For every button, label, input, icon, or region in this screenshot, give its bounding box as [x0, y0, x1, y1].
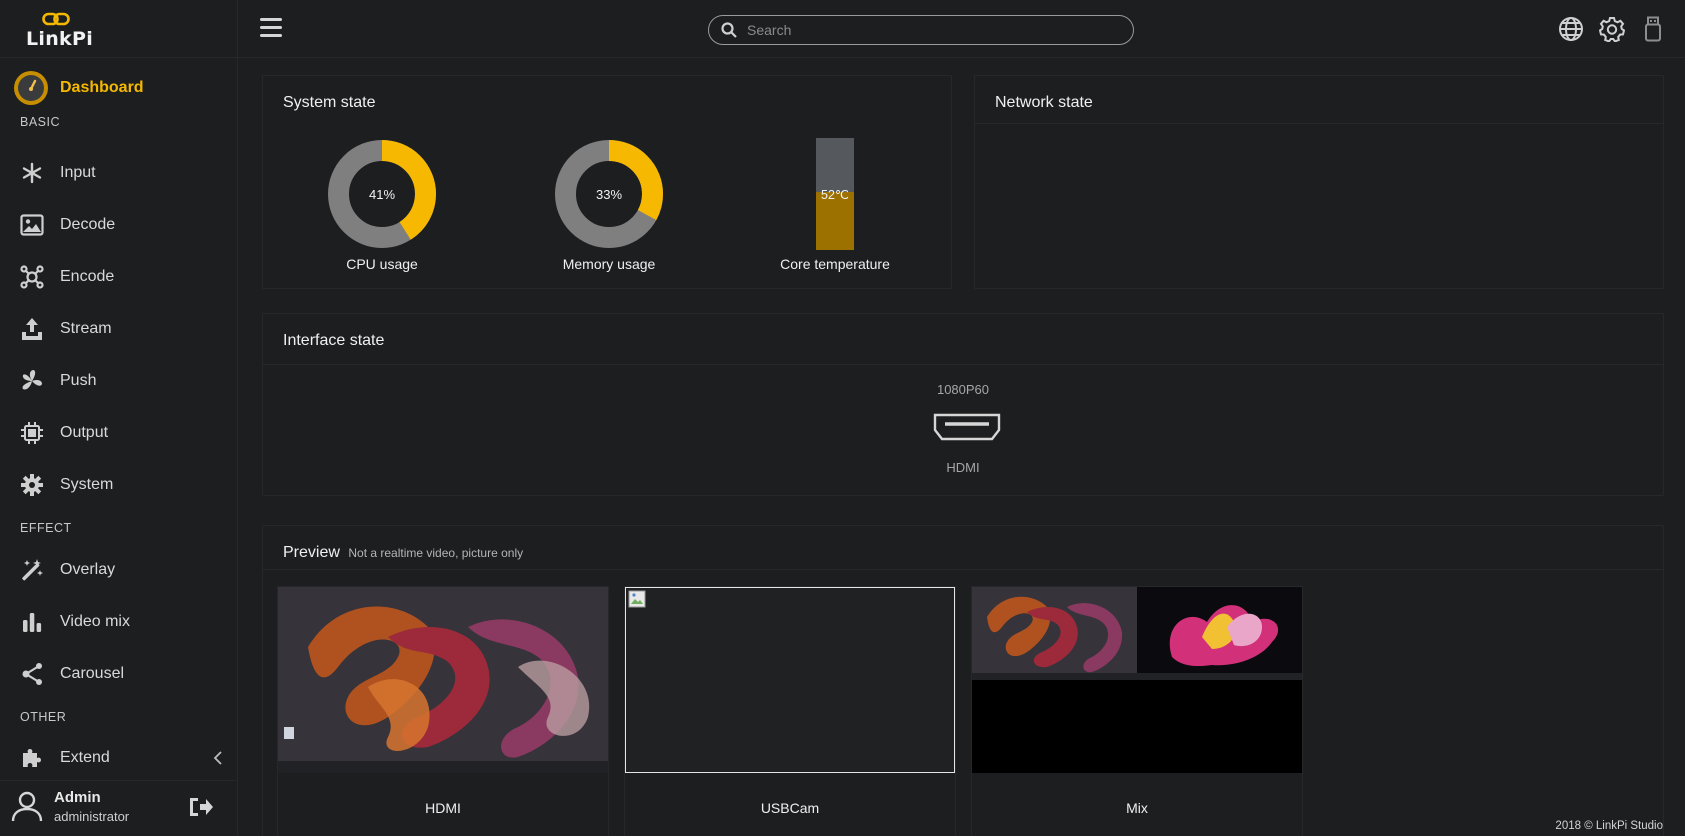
logo[interactable]: LinkPi	[0, 0, 238, 58]
sidebar-item-decode[interactable]: Decode	[18, 207, 230, 243]
settings-gear-icon[interactable]	[1599, 16, 1625, 42]
user-name: Admin	[54, 789, 101, 806]
sidebar-item-label: Input	[60, 164, 96, 181]
usb-icon[interactable]	[1643, 16, 1663, 42]
sidebar-item-label: Carousel	[60, 665, 125, 682]
user-panel: Admin administrator	[0, 780, 238, 836]
sidebar-item-video-mix[interactable]: Video mix	[18, 604, 230, 640]
interface-state-panel: Interface state 1080P60 HDMI	[262, 313, 1664, 496]
section-basic: BASIC	[20, 115, 61, 129]
section-other: OTHER	[20, 710, 67, 724]
sidebar-item-encode[interactable]: Encode	[18, 259, 230, 295]
cpu-usage-value: 41%	[368, 186, 396, 202]
sidebar: LinkPi Dashboard BASIC Input Decode Enco…	[0, 0, 238, 836]
panel-title: Preview Not a realtime video, picture on…	[283, 544, 523, 562]
sidebar-item-label: Video mix	[60, 613, 130, 630]
core-temperature-value: 52℃	[821, 187, 849, 202]
sidebar-item-label: Stream	[60, 320, 112, 337]
upload-icon	[18, 315, 46, 343]
system-state-panel: System state 41% CPU usage 33% Memory us…	[262, 75, 952, 289]
interface-name: HDMI	[946, 460, 980, 475]
preview-label: Mix	[1126, 800, 1148, 816]
sidebar-item-output[interactable]: Output	[18, 415, 230, 451]
memory-usage-label: Memory usage	[562, 256, 656, 272]
logout-icon[interactable]	[188, 795, 214, 819]
preview-image[interactable]	[972, 587, 1302, 773]
preview-card-hdmi[interactable]: HDMI	[277, 586, 609, 836]
globe-icon[interactable]	[1558, 16, 1584, 42]
menu-toggle-icon[interactable]	[260, 18, 282, 38]
user-role: administrator	[54, 809, 130, 824]
chip-icon	[18, 419, 46, 447]
dashboard-gauge-icon	[14, 71, 48, 105]
sidebar-item-overlay[interactable]: Overlay	[18, 552, 230, 588]
preview-panel: Preview Not a realtime video, picture on…	[262, 525, 1664, 836]
sidebar-item-label: Dashboard	[60, 79, 144, 96]
preview-title: Preview	[283, 544, 340, 561]
sidebar-item-label: Extend	[60, 749, 110, 766]
divider	[263, 569, 1663, 570]
chevron-left-icon[interactable]	[210, 750, 226, 766]
app-root: LinkPi Dashboard BASIC Input Decode Enco…	[0, 0, 1685, 836]
memory-usage-gauge: 33%	[553, 138, 665, 250]
broken-image-icon	[628, 590, 646, 608]
panel-title: System state	[283, 94, 376, 111]
carousel-icon	[18, 660, 46, 688]
sidebar-item-label: Encode	[60, 268, 115, 285]
sidebar-item-push[interactable]: Push	[18, 363, 230, 399]
sidebar-item-label: System	[60, 476, 114, 493]
memory-usage-value: 33%	[595, 186, 623, 202]
preview-card-usbcam[interactable]: USBCam	[624, 586, 956, 836]
link-chain-icon	[42, 12, 70, 26]
section-effect: EFFECT	[20, 521, 72, 535]
panel-title: Network state	[995, 94, 1093, 111]
preview-subtitle: Not a realtime video, picture only	[348, 546, 524, 560]
footer-copyright: 2018 © LinkPi Studio	[1555, 820, 1663, 832]
preview-image-placeholder[interactable]	[625, 587, 955, 773]
preview-card-mix[interactable]: Mix	[971, 586, 1303, 836]
magic-wand-icon	[18, 556, 46, 584]
divider	[263, 364, 1663, 365]
sidebar-item-stream[interactable]: Stream	[18, 311, 230, 347]
sidebar-item-label: Overlay	[60, 561, 116, 578]
cpu-usage-gauge: 41%	[326, 138, 438, 250]
puzzle-icon	[18, 744, 46, 772]
hdmi-port-icon[interactable]	[932, 412, 1002, 442]
gear-icon	[18, 471, 46, 499]
sidebar-item-input[interactable]: Input	[18, 155, 230, 191]
panel-title: Interface state	[283, 332, 385, 349]
search-box[interactable]	[708, 15, 1134, 45]
search-icon	[721, 22, 737, 38]
network-state-panel: Network state	[974, 75, 1664, 289]
bars-icon	[18, 608, 46, 636]
core-temperature-label: Core temperature	[780, 256, 890, 272]
sidebar-item-label: Output	[60, 424, 109, 441]
sidebar-item-system[interactable]: System	[18, 467, 230, 503]
sidebar-item-extend[interactable]: Extend	[18, 740, 230, 776]
user-icon	[11, 791, 43, 822]
sidebar-item-label: Push	[60, 372, 97, 389]
topbar	[238, 0, 1685, 58]
fan-icon	[18, 367, 46, 395]
preview-label: HDMI	[425, 800, 461, 816]
sidebar-item-dashboard[interactable]: Dashboard	[14, 71, 224, 105]
interface-resolution: 1080P60	[936, 382, 990, 397]
cpu-usage-label: CPU usage	[346, 256, 418, 272]
preview-image[interactable]	[278, 587, 608, 773]
preview-label: USBCam	[760, 800, 820, 816]
image-icon	[18, 211, 46, 239]
sidebar-item-label: Decode	[60, 216, 116, 233]
asterisk-icon	[18, 159, 46, 187]
sidebar-item-carousel[interactable]: Carousel	[18, 656, 230, 692]
core-temperature-bar: 52℃	[816, 138, 854, 250]
search-input[interactable]	[747, 16, 1133, 44]
divider	[975, 123, 1663, 124]
encode-icon	[18, 263, 46, 291]
logo-text: LinkPi	[26, 28, 94, 50]
